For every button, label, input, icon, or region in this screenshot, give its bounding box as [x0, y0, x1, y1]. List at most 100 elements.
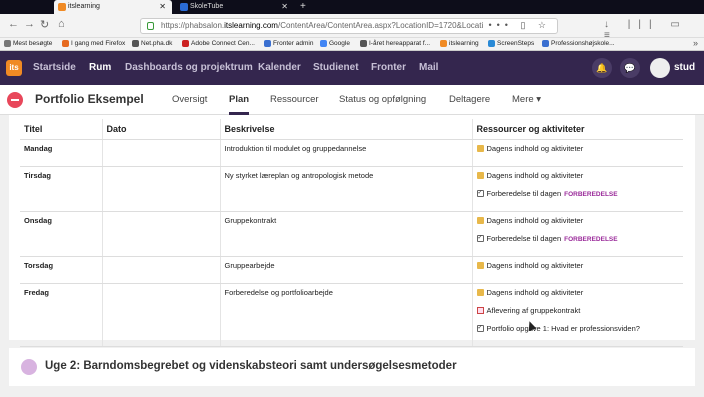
avatar[interactable]	[650, 58, 670, 78]
itslearning-favicon-icon	[58, 3, 66, 11]
more-icon[interactable]: •••	[488, 20, 512, 30]
resource-link[interactable]: Forberedelse til dagenFORBEREDELSE	[476, 188, 680, 207]
row-date	[102, 211, 221, 257]
row-resources: Dagens indhold og aktiviteter Forberedel…	[472, 166, 683, 212]
column-header[interactable]: Titel	[20, 119, 103, 140]
row-title[interactable]: Mandag	[20, 139, 103, 167]
row-date	[102, 283, 221, 347]
bookmark-item[interactable]: ScreenSteps	[488, 39, 534, 49]
bookmark-item[interactable]: itslearning	[440, 39, 479, 49]
screensteps-icon	[488, 40, 495, 47]
tab-title: SkoleTube	[190, 3, 224, 10]
browser-tab-skoletube[interactable]: SkoleTube ✕	[176, 0, 294, 14]
tab-status[interactable]: Status og opfølgning	[339, 94, 426, 105]
week-icon	[21, 359, 37, 375]
library-icon[interactable]: |||	[628, 19, 660, 30]
assignment-icon	[476, 306, 484, 314]
google-icon	[320, 40, 327, 47]
back-icon[interactable]: ←	[8, 18, 19, 30]
resource-link[interactable]: Aflevering af gruppekontrakt	[476, 306, 680, 324]
username[interactable]: stud	[674, 62, 695, 73]
itslearning-logo[interactable]: its	[6, 60, 22, 76]
bookmark-item[interactable]: Professionshøjskole...	[542, 39, 615, 49]
row-description: Gruppearbejde	[220, 256, 473, 284]
folder-icon	[476, 261, 484, 269]
app-header: its Startside Rum Dashboards og projektr…	[0, 51, 704, 85]
row-title[interactable]: Onsdag	[20, 211, 103, 257]
bookmark-item[interactable]: I gang med Firefox	[62, 39, 125, 49]
bookmark-star-icon[interactable]: ☆	[538, 20, 551, 30]
row-resources: Dagens indhold og aktiviteter Forberedel…	[472, 211, 683, 257]
resource-link[interactable]: Dagens indhold og aktiviteter	[476, 261, 680, 279]
week-section[interactable]: Uge 2: Barndomsbegrebet og videnskabsteo…	[9, 348, 695, 386]
row-date	[102, 256, 221, 284]
nav-dashboards[interactable]: Dashboards og projektrum	[125, 62, 253, 73]
nav-studienet[interactable]: Studienet	[313, 62, 359, 73]
column-header[interactable]: Dato	[102, 119, 221, 140]
more-bookmarks-icon[interactable]: »	[693, 38, 698, 48]
fronter-icon	[264, 40, 271, 47]
reload-icon[interactable]: ↻	[40, 18, 49, 31]
skoletube-favicon-icon	[180, 3, 188, 11]
browser-tab-itslearning[interactable]: itslearning ✕	[54, 0, 172, 14]
fronter-icon	[542, 40, 549, 47]
folder-icon	[476, 216, 484, 224]
home-icon[interactable]: ⌂	[58, 18, 65, 30]
nav-mail[interactable]: Mail	[419, 62, 438, 73]
bookmark-item[interactable]: Net.pha.dk	[132, 39, 172, 49]
close-tab-icon[interactable]: ✕	[159, 0, 166, 14]
bookmark-item[interactable]: Fronter admin	[264, 39, 313, 49]
row-title[interactable]: Fredag	[20, 283, 103, 347]
status-badge: FORBEREDELSE	[564, 190, 618, 198]
bookmark-item[interactable]: I-året hereapparat f...	[360, 39, 430, 49]
firefox-icon	[62, 40, 69, 47]
check-icon	[476, 323, 484, 333]
adobe-icon	[182, 40, 189, 47]
resource-link[interactable]: Dagens indhold og aktiviteter	[476, 216, 680, 234]
download-icon[interactable]: ↓	[604, 19, 617, 30]
tab-oversigt[interactable]: Oversigt	[172, 94, 207, 105]
resource-link[interactable]: Forberedelse til dagenFORBEREDELSE	[476, 233, 680, 252]
tab-mere[interactable]: Mere ▾	[512, 94, 541, 105]
nav-kalender[interactable]: Kalender	[258, 62, 301, 73]
url-actions: ••• ▯ ☆	[488, 20, 551, 31]
nav-fronter[interactable]: Fronter	[371, 62, 406, 73]
bookmark-item[interactable]: Google	[320, 39, 350, 49]
bookmark-item[interactable]: Adobe Connect Cen...	[182, 39, 255, 49]
reader-icon[interactable]: ▯	[520, 20, 530, 30]
week-title[interactable]: Uge 2: Barndomsbegrebet og videnskabsteo…	[45, 360, 457, 372]
row-title[interactable]: Torsdag	[20, 256, 103, 284]
messages-icon[interactable]: 💬	[620, 58, 640, 78]
column-header[interactable]: Beskrivelse	[220, 119, 473, 140]
status-badge: FORBEREDELSE	[564, 235, 618, 243]
tab-plan[interactable]: Plan	[229, 94, 249, 105]
resource-link[interactable]: Portfolio opgave 1: Hvad er professionsv…	[476, 323, 680, 342]
folder-icon	[476, 144, 484, 152]
resource-link[interactable]: Dagens indhold og aktiviteter	[476, 288, 680, 306]
bookmark-item[interactable]: Mest besøgte	[4, 39, 52, 49]
column-header[interactable]: Ressourcer og aktiviteter	[472, 119, 683, 140]
sidebar-icon[interactable]: ▭	[670, 19, 687, 30]
row-description: Ny styrket læreplan og antropologisk met…	[220, 166, 473, 212]
url-bar[interactable]: https://phabsalon.itslearning.com/Conten…	[140, 18, 558, 34]
forward-icon[interactable]: →	[24, 18, 35, 30]
check-icon	[476, 233, 484, 243]
folder-icon	[476, 171, 484, 179]
new-tab-icon[interactable]: +	[300, 0, 306, 14]
notifications-bell-icon[interactable]: 🔔	[592, 58, 612, 78]
browser-tab-bar: itslearning ✕ SkoleTube ✕ +	[0, 0, 704, 14]
nav-startside[interactable]: Startside	[33, 62, 76, 73]
resource-link[interactable]: Dagens indhold og aktiviteter	[476, 171, 680, 189]
nav-rum[interactable]: Rum	[89, 62, 111, 73]
table-header-row: Titel Dato Beskrivelse Ressourcer og akt…	[20, 119, 683, 140]
row-resources: Dagens indhold og aktiviteter	[472, 256, 683, 284]
row-date	[102, 139, 221, 167]
resource-link[interactable]: Dagens indhold og aktiviteter	[476, 144, 680, 162]
tab-deltagere[interactable]: Deltagere	[449, 94, 490, 105]
close-tab-icon[interactable]: ✕	[281, 0, 288, 14]
globe-icon	[360, 40, 367, 47]
course-title[interactable]: Portfolio Eksempel	[35, 92, 144, 106]
tab-ressourcer[interactable]: Ressourcer	[270, 94, 319, 105]
tab-title: itslearning	[68, 3, 100, 10]
row-title[interactable]: Tirsdag	[20, 166, 103, 212]
